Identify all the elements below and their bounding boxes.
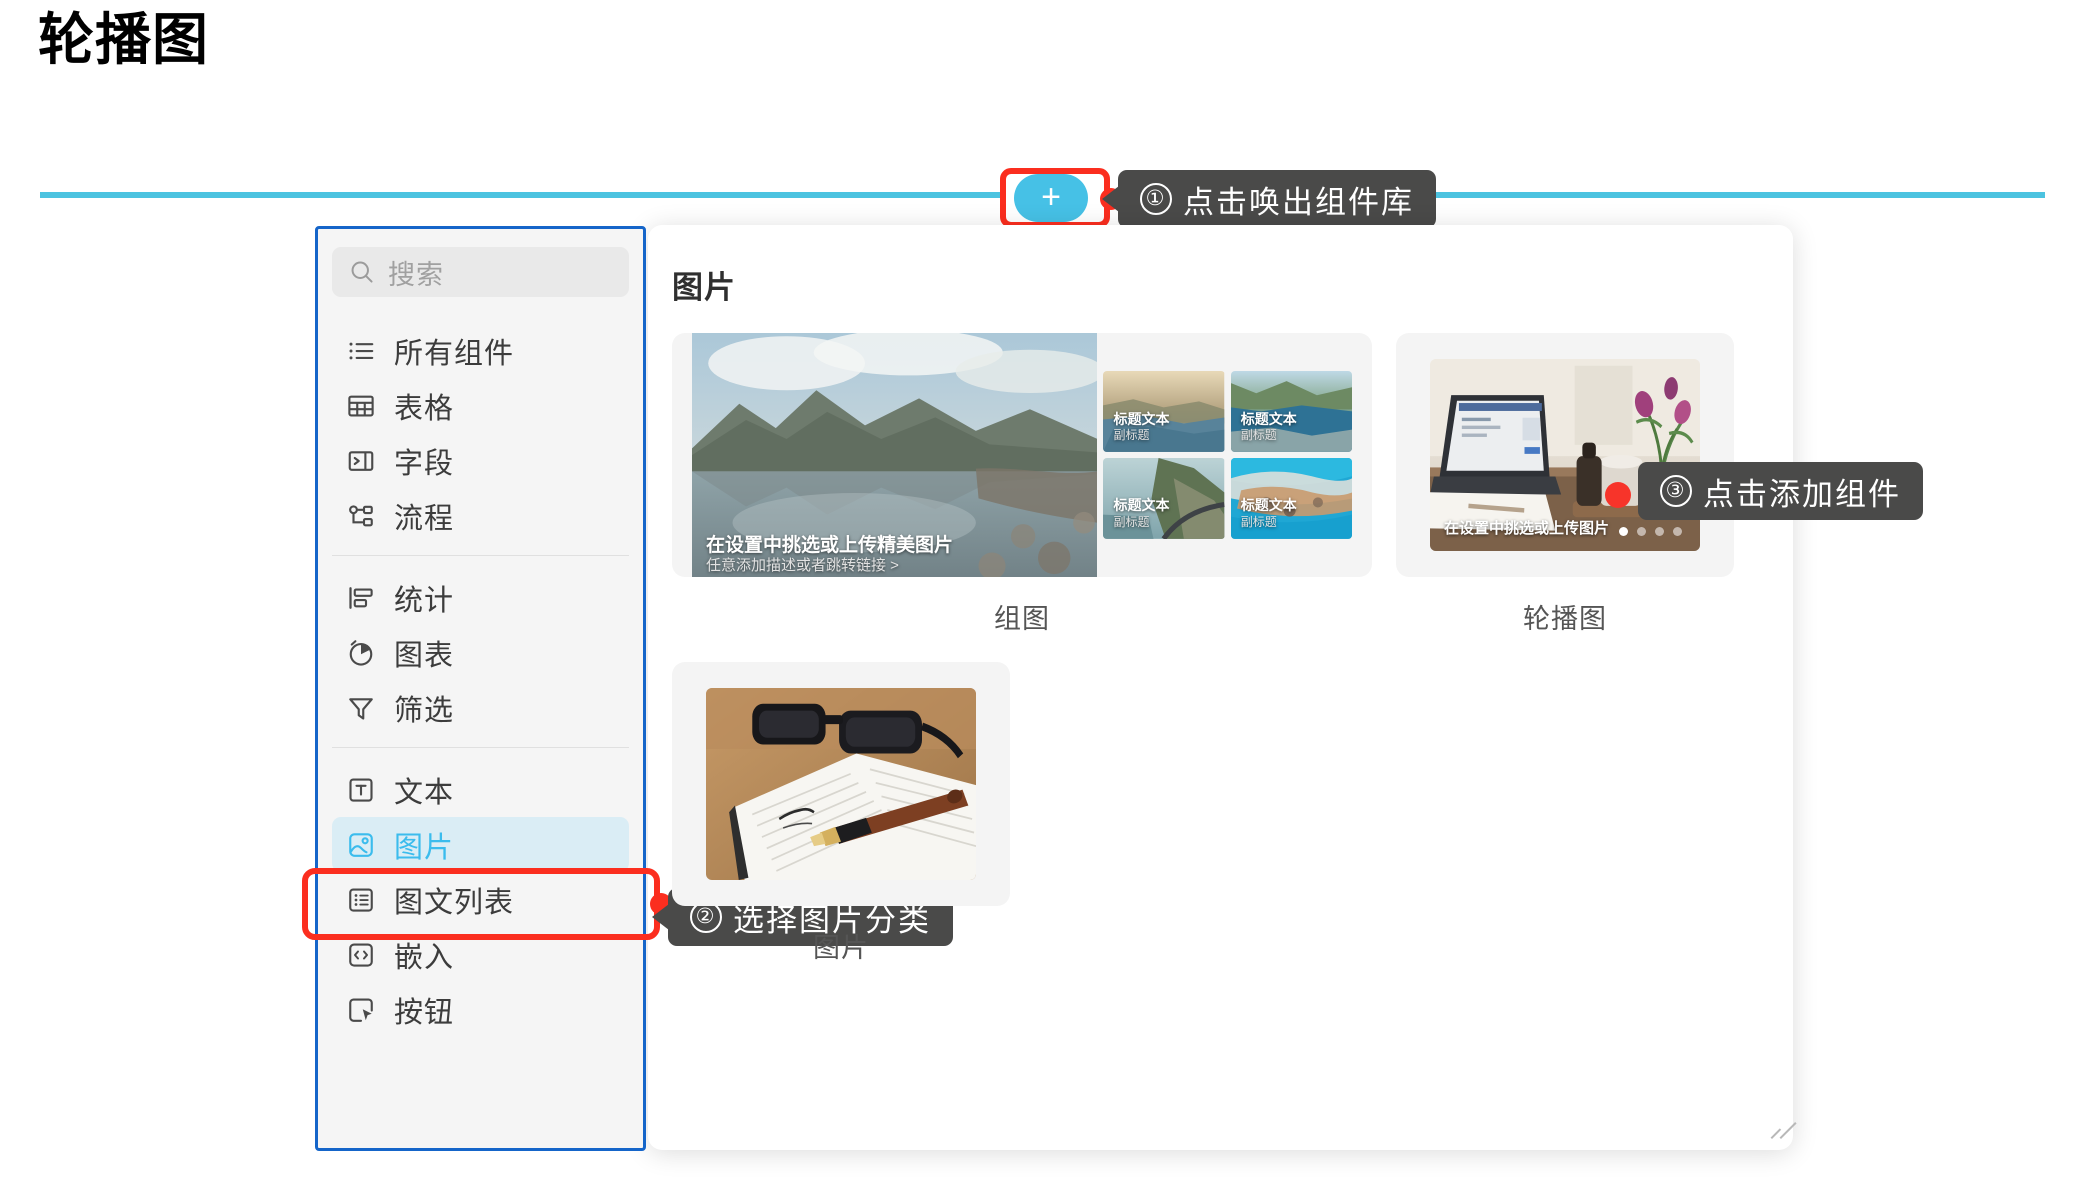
- sidebar-item-label: 图片: [394, 831, 455, 864]
- sidebar-item-all-components[interactable]: 所有组件: [332, 323, 629, 378]
- group-image-tile: 标题文本 副标题: [1230, 458, 1353, 539]
- tile-caption: 标题文本 副标题: [1240, 410, 1297, 443]
- sidebar-item-image[interactable]: 图片: [332, 817, 629, 872]
- group-image-tile: 标题文本 副标题: [1103, 371, 1225, 452]
- card-thumbnail[interactable]: [672, 662, 1010, 906]
- sidebar-item-flow[interactable]: 流程: [332, 488, 629, 543]
- callout-3-cursor-dot: [1605, 482, 1631, 508]
- single-image-preview: [706, 688, 976, 880]
- card-caption: 轮播图: [1523, 604, 1607, 634]
- sidebar-group-2: 统计 图表 筛选: [332, 555, 629, 747]
- tile-caption: 标题文本 副标题: [1113, 497, 1170, 529]
- carousel-preview: 在设置中挑选或上传图片: [1430, 359, 1700, 551]
- carousel-dots[interactable]: [1619, 527, 1682, 536]
- callout-3-number: ③: [1660, 475, 1692, 507]
- screenshot-root: 轮播图 + ① 点击唤出组件库 搜索 所有组件 表格 字段 流程 统计 图表 筛…: [0, 0, 2084, 1202]
- resize-handle-icon[interactable]: [1759, 1117, 1797, 1139]
- group-image-main-tile: 在设置中挑选或上传精美图片 任意添加描述或者跳转链接 >: [692, 333, 1098, 577]
- card-caption: 组图: [994, 604, 1050, 634]
- callout-step-1: ① 点击唤出组件库: [1102, 170, 1436, 228]
- sidebar-item-table[interactable]: 表格: [332, 378, 629, 433]
- sidebar-item-filter[interactable]: 筛选: [332, 680, 629, 735]
- card-caption: 图片: [813, 933, 869, 963]
- carousel-dot[interactable]: [1619, 527, 1628, 536]
- page-title: 轮播图: [38, 8, 209, 71]
- card-thumbnail[interactable]: 在设置中挑选或上传图片: [1396, 333, 1734, 577]
- notebook-glasses-photo: [706, 688, 976, 880]
- sidebar-item-label: 统计: [394, 584, 455, 617]
- sidebar-item-chart[interactable]: 图表: [332, 625, 629, 680]
- field-icon: [348, 450, 374, 471]
- sidebar-item-label: 流程: [394, 502, 455, 535]
- carousel-caption: 在设置中挑选或上传图片: [1444, 520, 1610, 537]
- plus-icon: +: [1041, 177, 1061, 216]
- text-icon: [349, 777, 373, 802]
- callout-1-number: ①: [1140, 183, 1172, 215]
- carousel-dot[interactable]: [1655, 527, 1664, 536]
- sidebar-item-label: 筛选: [394, 694, 455, 727]
- sidebar-item-label: 按钮: [394, 996, 455, 1029]
- embed-code-icon: [349, 942, 373, 967]
- section-title: 图片: [672, 270, 736, 305]
- carousel-dot[interactable]: [1637, 527, 1646, 536]
- sidebar-item-label: 图文列表: [394, 886, 515, 919]
- sidebar-item-button[interactable]: 按钮: [332, 982, 629, 1037]
- sidebar-item-stats[interactable]: 统计: [332, 570, 629, 625]
- search-placeholder: 搜索: [388, 259, 444, 290]
- sidebar-group-3: 文本 图片 图文列表 嵌入 按钮: [332, 747, 629, 1049]
- filter-icon: [349, 697, 373, 720]
- sidebar-group-1: 所有组件 表格 字段 流程: [332, 319, 629, 555]
- chart-pie-icon: [349, 639, 373, 666]
- sidebar-item-label: 图表: [394, 639, 455, 672]
- callout-1-text: 点击唤出组件库: [1183, 184, 1414, 220]
- sidebar-item-embed[interactable]: 嵌入: [332, 927, 629, 982]
- list-icon: [349, 342, 374, 359]
- sidebar-item-label: 文本: [394, 776, 455, 809]
- callout-step-3: ③ 点击添加组件: [1638, 462, 1923, 520]
- component-card-group-image[interactable]: 在设置中挑选或上传精美图片 任意添加描述或者跳转链接 > 标题文本 副标题 标题…: [672, 333, 1372, 636]
- group-image-side-tiles: 标题文本 副标题 标题文本 副标题 标题文本 副标题 标题文本 副标题: [1103, 371, 1353, 539]
- tile-caption: 标题文本 副标题: [1240, 497, 1297, 529]
- add-component-button[interactable]: +: [1014, 174, 1088, 222]
- sidebar-item-label: 字段: [394, 447, 455, 480]
- sidebar-item-label: 所有组件: [394, 337, 515, 370]
- card-thumbnail[interactable]: 在设置中挑选或上传精美图片 任意添加描述或者跳转链接 > 标题文本 副标题 标题…: [672, 333, 1372, 577]
- table-icon: [348, 395, 374, 416]
- group-image-tile: 标题文本 副标题: [1103, 458, 1225, 539]
- sidebar-item-label: 嵌入: [394, 941, 455, 974]
- sidebar-item-text[interactable]: 文本: [332, 762, 629, 817]
- tile-caption: 标题文本 副标题: [1113, 410, 1170, 443]
- carousel-dot[interactable]: [1673, 527, 1682, 536]
- group-image-main-caption: 在设置中挑选或上传精美图片 任意添加描述或者跳转链接 >: [706, 534, 954, 575]
- library-content: 图片 在设置中挑选或上传精美图片 任意添加描述或者跳转链接 > 标题文本 副标题…: [672, 262, 1772, 965]
- image-icon: [349, 832, 373, 857]
- button-click-icon: [349, 997, 373, 1022]
- sidebar-item-image-text-list[interactable]: 图文列表: [332, 872, 629, 927]
- search-icon: [351, 261, 373, 283]
- sidebar-item-label: 表格: [394, 392, 455, 425]
- sidebar-item-field[interactable]: 字段: [332, 433, 629, 488]
- search-input-wrapper[interactable]: 搜索: [332, 247, 629, 297]
- stats-icon: [349, 586, 373, 609]
- callout-3-text: 点击添加组件: [1703, 476, 1901, 512]
- callout-tail-icon: [1102, 186, 1119, 212]
- group-image-tile: 标题文本 副标题: [1230, 371, 1353, 452]
- callout-tail-icon: [652, 904, 669, 930]
- component-card-grid: 在设置中挑选或上传精美图片 任意添加描述或者跳转链接 > 标题文本 副标题 标题…: [672, 333, 1772, 965]
- component-card-single-image[interactable]: 图片: [672, 662, 1010, 965]
- flow-icon: [349, 504, 373, 526]
- component-category-sidebar: 搜索 所有组件 表格 字段 流程 统计 图表 筛选 文本 图片 图文列表 嵌入 …: [315, 226, 646, 1151]
- image-text-list-icon: [349, 887, 373, 912]
